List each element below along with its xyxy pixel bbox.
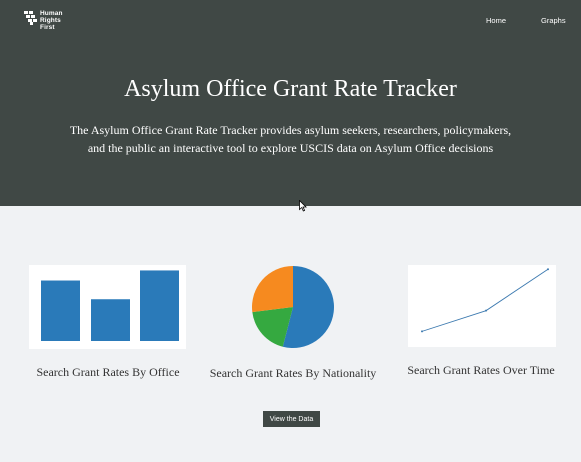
thumbnail-line-point xyxy=(485,309,487,312)
office-card-label[interactable]: Search Grant Rates By Office xyxy=(18,365,198,380)
thumbnail-line-point xyxy=(547,268,549,271)
thumbnail-background xyxy=(408,265,556,347)
view-data-button[interactable]: View the Data xyxy=(263,411,320,427)
nav-graphs-link[interactable]: Graphs xyxy=(541,16,566,25)
logo-line-1: Human xyxy=(40,10,63,17)
nationality-card-label[interactable]: Search Grant Rates By Nationality xyxy=(203,366,383,381)
page-description: The Asylum Office Grant Rate Tracker pro… xyxy=(69,123,512,155)
thumbnail-bar xyxy=(41,280,80,341)
thumbnail-bar xyxy=(91,299,130,341)
logo-wordmark: Human Rights First xyxy=(40,10,63,31)
thumbnail-pie-slice-orange xyxy=(252,266,293,313)
mouse-cursor-icon xyxy=(299,200,307,212)
human-rights-first-logo[interactable]: Human Rights First xyxy=(24,10,63,31)
logo-line-2: Rights xyxy=(40,17,61,24)
nav-home-link[interactable]: Home xyxy=(486,16,506,25)
logo-line-3: First xyxy=(40,24,55,31)
office-bar-chart-thumbnail[interactable] xyxy=(29,265,186,349)
time-card-label[interactable]: Search Grant Rates Over Time xyxy=(391,363,571,378)
thumbnail-bar xyxy=(140,270,179,341)
logo-mark-icon xyxy=(24,11,37,25)
nationality-pie-chart-thumbnail[interactable] xyxy=(251,265,335,349)
page-title: Asylum Office Grant Rate Tracker xyxy=(124,76,457,102)
hero-banner: Human Rights First Home Graphs Asylum Of… xyxy=(0,0,581,206)
thumbnail-line-point xyxy=(421,330,423,333)
time-line-chart-thumbnail[interactable] xyxy=(408,265,556,347)
